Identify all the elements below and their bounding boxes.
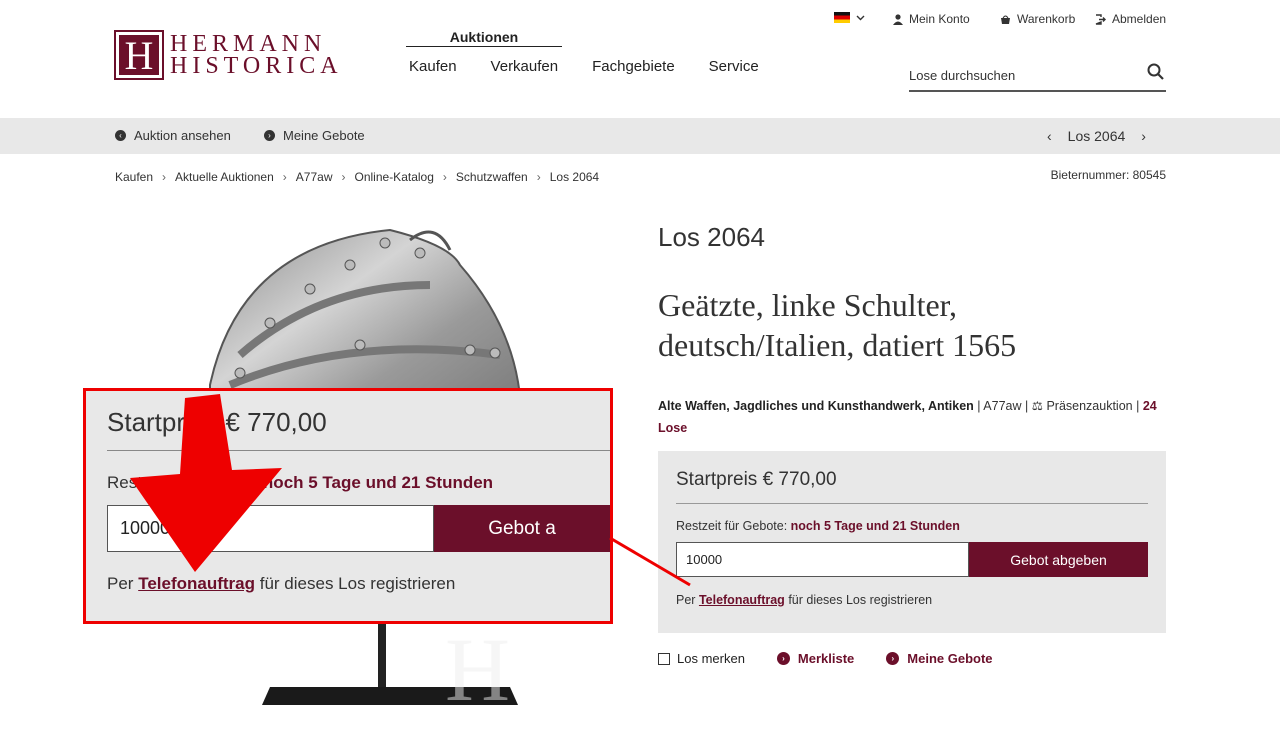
auction-meta: Alte Waffen, Jagdliches und Kunsthandwer…	[658, 395, 1168, 439]
nav-fachgebiete[interactable]: Fachgebiete	[592, 58, 675, 75]
logo-line-1: HERMANN	[170, 31, 327, 57]
auction-code: A77aw	[983, 399, 1022, 413]
breadcrumb-item[interactable]: Kaufen	[115, 170, 153, 184]
zoom-divider	[107, 450, 610, 451]
category-link[interactable]: Alte Waffen, Jagdliches und Kunsthandwer…	[658, 399, 974, 413]
restzeit-value: noch 5 Tage und 21 Stunden	[790, 519, 960, 533]
los-merken-label: Los merken	[677, 651, 745, 666]
zoom-restzeit-value: noch 5 Tage und 21 Stunden	[262, 473, 494, 492]
meine-gebote-label: Meine Gebote	[283, 128, 365, 143]
product-title: Geätzte, linke Schulter, deutsch/Italien…	[658, 287, 1017, 363]
breadcrumb-item[interactable]: Aktuelle Auktionen	[175, 170, 274, 184]
warenkorb-link[interactable]: Warenkorb	[1000, 12, 1075, 26]
telefonauftrag-link[interactable]: Telefonauftrag	[699, 593, 785, 607]
mein-konto-link[interactable]: Mein Konto	[893, 12, 970, 26]
los-merken-checkbox[interactable]: Los merken	[658, 651, 745, 666]
chevron-right-circle-icon: ›	[886, 652, 900, 665]
breadcrumb-separator: ›	[162, 170, 167, 184]
telefonauftrag-text: Per Telefonauftrag für dieses Los regist…	[676, 593, 1148, 607]
los-pager: ‹ Los 2064 ›	[1047, 128, 1146, 144]
bid-form: 10000 Gebot abgeben	[676, 542, 1148, 577]
chevron-down-icon	[856, 15, 865, 20]
breadcrumb-separator: ›	[536, 170, 541, 184]
bid-box: Startpreis € 770,00 Restzeit für Gebote:…	[658, 451, 1166, 633]
zoom-callout: Startpreis € 770,00 Restzeit für Gebote:…	[83, 388, 613, 624]
nav-verkaufen[interactable]: Verkaufen	[491, 58, 559, 75]
auktion-ansehen-label: Auktion ansehen	[134, 128, 231, 143]
los-pager-label: Los 2064	[1067, 128, 1126, 144]
lot-actions: Los merken › Merkliste › Meine Gebote	[658, 651, 993, 666]
checkbox-icon	[658, 652, 670, 665]
phone-prefix: Per	[676, 593, 696, 607]
breadcrumb-separator: ›	[341, 170, 346, 184]
auktion-ansehen-link[interactable]: ‹ Auktion ansehen	[115, 128, 231, 143]
main-nav: Kaufen Verkaufen Fachgebiete Service	[409, 58, 759, 75]
breadcrumb-separator: ›	[442, 170, 447, 184]
logo-line-2: HISTORICA	[170, 53, 343, 79]
breadcrumb-item[interactable]: Schutzwaffen	[456, 170, 528, 184]
zoom-bid-amount-input[interactable]: 10000	[107, 505, 435, 552]
bid-amount-input[interactable]: 10000	[676, 542, 969, 577]
divider	[676, 503, 1148, 504]
next-los-icon[interactable]: ›	[1141, 128, 1146, 144]
zoom-phone-suffix: für dieses Los registrieren	[259, 574, 456, 593]
gavel-icon: ⚖	[1031, 399, 1043, 413]
merkliste-link[interactable]: › Merkliste	[776, 651, 855, 666]
zoom-bid-form: 10000 Gebot a	[107, 505, 610, 552]
restzeit-label: Restzeit für Gebote:	[676, 519, 788, 533]
zoom-startpreis: Startpreis € 770,00	[107, 407, 327, 437]
zoom-phone-prefix: Per	[107, 574, 134, 593]
breadcrumb-item[interactable]: Online-Katalog	[355, 170, 434, 184]
search-input[interactable]: Lose durchsuchen	[909, 62, 1166, 92]
los-title: Los 2064	[658, 222, 765, 252]
phone-suffix: für dieses Los registrieren	[788, 593, 933, 607]
logout-icon	[1095, 13, 1106, 25]
gebot-abgeben-button[interactable]: Gebot abgeben	[969, 542, 1148, 577]
nav-auktionen[interactable]: Auktionen	[406, 29, 562, 47]
logo-mark: H	[114, 30, 164, 80]
meine-gebote-action-label: Meine Gebote	[907, 651, 993, 666]
logo[interactable]: H HERMANN HISTORICA	[114, 30, 354, 80]
meta-separator: |	[1025, 399, 1032, 413]
abmelden-label: Abmelden	[1112, 12, 1167, 26]
zoom-gebot-button[interactable]: Gebot a	[434, 505, 610, 552]
basket-icon	[1001, 15, 1010, 24]
zoom-restzeit-label: Restzeit für Gebote:	[107, 473, 259, 492]
nav-service[interactable]: Service	[709, 58, 759, 75]
breadcrumb-separator: ›	[282, 170, 287, 184]
abmelden-link[interactable]: Abmelden	[1095, 12, 1166, 26]
chevron-right-circle-icon: ›	[776, 652, 790, 665]
breadcrumb: Kaufen › Aktuelle Auktionen › A77aw › Onlin…	[115, 170, 599, 184]
startpreis: Startpreis € 770,00	[676, 469, 837, 490]
search-placeholder: Lose durchsuchen	[909, 68, 1016, 83]
chevron-right-circle-icon: ›	[264, 130, 275, 141]
flag-de-icon	[834, 12, 850, 23]
logo-text: HERMANN HISTORICA	[170, 31, 343, 79]
search-icon[interactable]	[1146, 62, 1166, 82]
zoom-telefonauftrag-text: Per Telefonauftrag für dieses Los regist…	[107, 574, 610, 594]
mein-konto-label: Mein Konto	[909, 12, 970, 26]
meta-separator: |	[1136, 399, 1143, 413]
user-icon	[893, 13, 903, 25]
watermark: H	[445, 621, 510, 720]
auction-type: Präsenzauktion	[1046, 399, 1133, 413]
breadcrumb-item[interactable]: A77aw	[296, 170, 333, 184]
merkliste-label: Merkliste	[797, 651, 855, 666]
zoom-restzeit: Restzeit für Gebote: noch 5 Tage und 21 …	[107, 473, 610, 493]
restzeit: Restzeit für Gebote: noch 5 Tage und 21 …	[676, 519, 1148, 533]
bieternummer: Bieternummer: 80545	[1050, 168, 1166, 182]
nav-kaufen[interactable]: Kaufen	[409, 58, 457, 75]
language-selector[interactable]	[834, 12, 865, 23]
previous-los-icon[interactable]: ‹	[1047, 128, 1052, 144]
meine-gebote-link[interactable]: › Meine Gebote	[264, 128, 365, 143]
meine-gebote-action-link[interactable]: › Meine Gebote	[886, 651, 993, 666]
zoom-telefonauftrag-link[interactable]: Telefonauftrag	[138, 574, 255, 593]
breadcrumb-current: Los 2064	[549, 170, 600, 184]
warenkorb-label: Warenkorb	[1017, 12, 1076, 26]
chevron-left-circle-icon: ‹	[115, 130, 126, 141]
